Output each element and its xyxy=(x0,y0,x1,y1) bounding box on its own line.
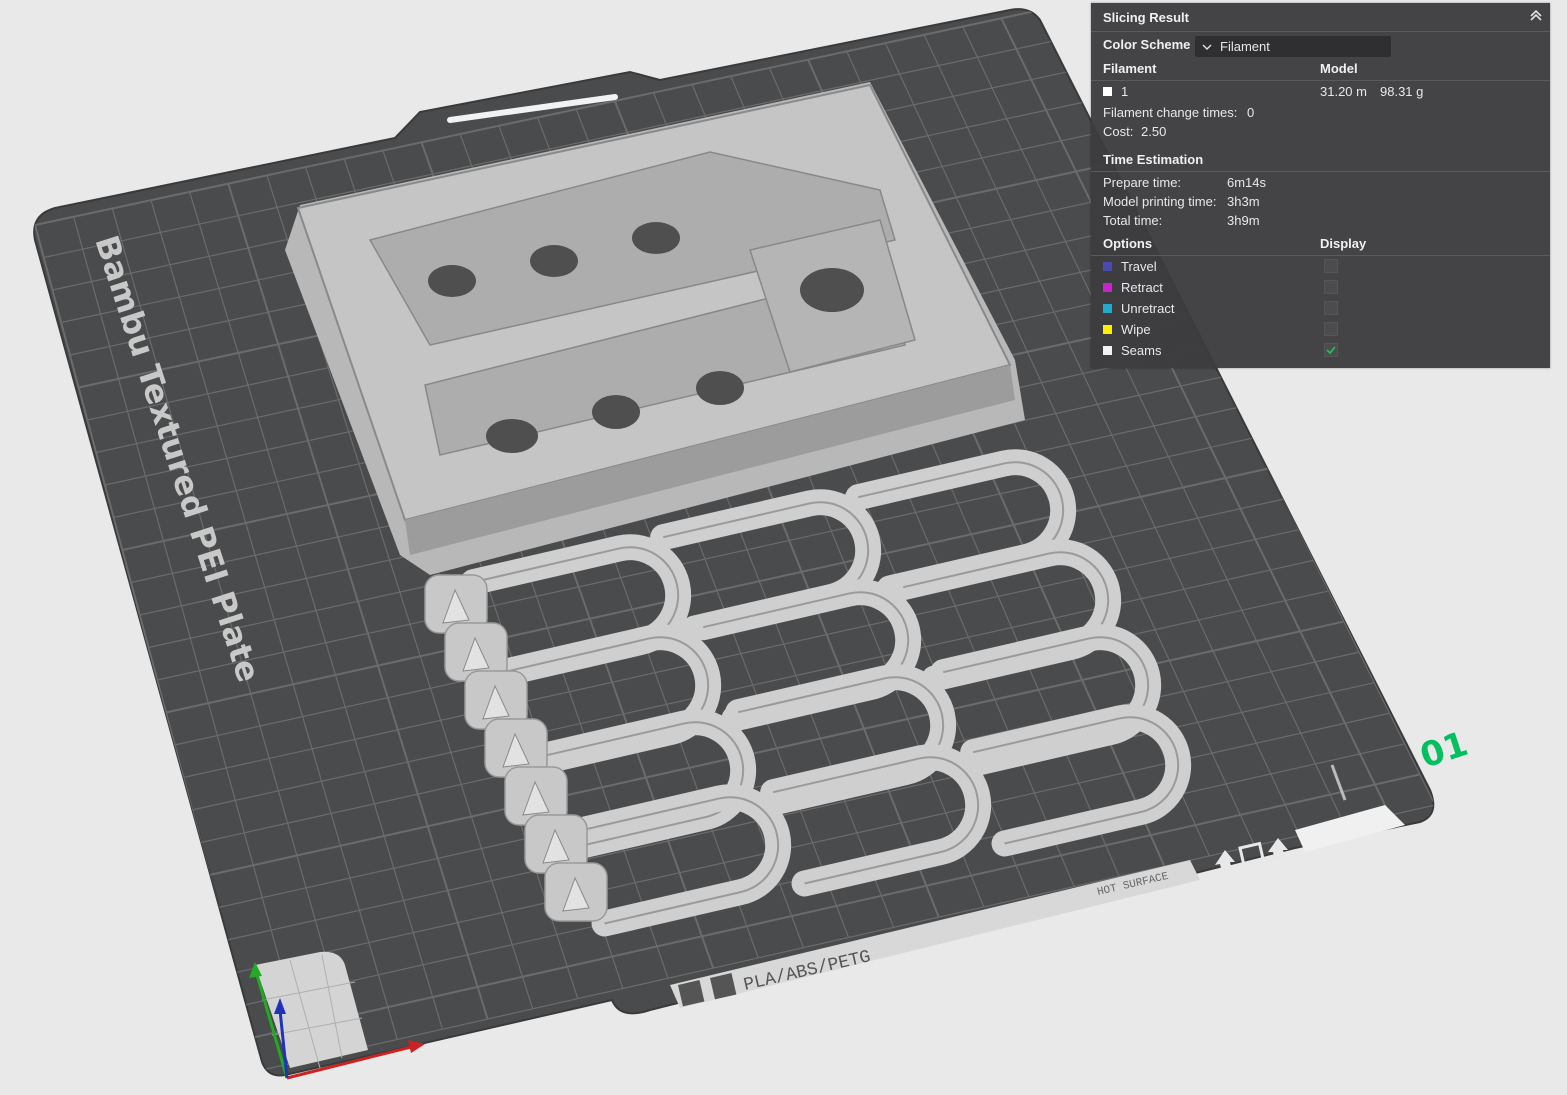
display-header: Display xyxy=(1320,236,1367,251)
model-printing-time-value: 3h3m xyxy=(1227,194,1260,209)
filament-index: 1 xyxy=(1121,84,1129,99)
color-scheme-value: Filament xyxy=(1220,39,1270,54)
option-label-seams: Seams xyxy=(1121,343,1162,358)
retract-color-swatch xyxy=(1103,283,1112,292)
chevron-down-icon xyxy=(1202,44,1212,50)
seams-color-swatch xyxy=(1103,346,1112,355)
filament-change-value: 0 xyxy=(1247,105,1255,120)
retract-display-checkbox[interactable] xyxy=(1324,280,1338,294)
checkmark-icon xyxy=(1326,346,1336,355)
prepare-time-label: Prepare time: xyxy=(1103,175,1182,190)
options-header: Options xyxy=(1103,236,1153,251)
panel-title: Slicing Result xyxy=(1103,10,1189,25)
wipe-color-swatch xyxy=(1103,325,1112,334)
option-label-retract: Retract xyxy=(1121,280,1163,295)
option-label-travel: Travel xyxy=(1121,259,1157,274)
total-time-label: Total time: xyxy=(1103,213,1163,228)
plate-number: 01 xyxy=(1415,724,1472,777)
total-time-value: 3h9m xyxy=(1227,213,1260,228)
model-column-header: Model xyxy=(1320,61,1358,76)
collapse-panel-button[interactable] xyxy=(1527,7,1545,25)
wipe-display-checkbox[interactable] xyxy=(1324,322,1338,336)
cost-label: Cost: xyxy=(1103,124,1134,139)
seams-display-checkbox[interactable] xyxy=(1324,343,1338,357)
travel-color-swatch xyxy=(1103,262,1112,271)
cost-value: 2.50 xyxy=(1141,124,1167,139)
filament-column-header: Filament xyxy=(1103,61,1157,76)
color-scheme-dropdown[interactable]: Filament xyxy=(1195,36,1391,57)
slicing-result-panel: Slicing Result Color Scheme Filament Fil… xyxy=(1091,3,1550,368)
prepare-time-value: 6m14s xyxy=(1227,175,1267,190)
color-scheme-label: Color Scheme xyxy=(1103,37,1191,52)
unretract-display-checkbox[interactable] xyxy=(1324,301,1338,315)
filament-length: 31.20 m xyxy=(1320,84,1367,99)
option-label-unretract: Unretract xyxy=(1121,301,1175,316)
fin-part xyxy=(544,862,608,922)
unretract-color-swatch xyxy=(1103,304,1112,313)
time-estimation-header: Time Estimation xyxy=(1103,152,1204,167)
filament-change-label: Filament change times: xyxy=(1103,105,1238,120)
option-label-wipe: Wipe xyxy=(1121,322,1151,337)
travel-display-checkbox[interactable] xyxy=(1324,259,1338,273)
filament-color-swatch xyxy=(1103,87,1112,96)
chevron-double-up-icon xyxy=(1530,9,1542,21)
model-printing-time-label: Model printing time: xyxy=(1103,194,1217,209)
filament-weight: 98.31 g xyxy=(1380,84,1424,99)
